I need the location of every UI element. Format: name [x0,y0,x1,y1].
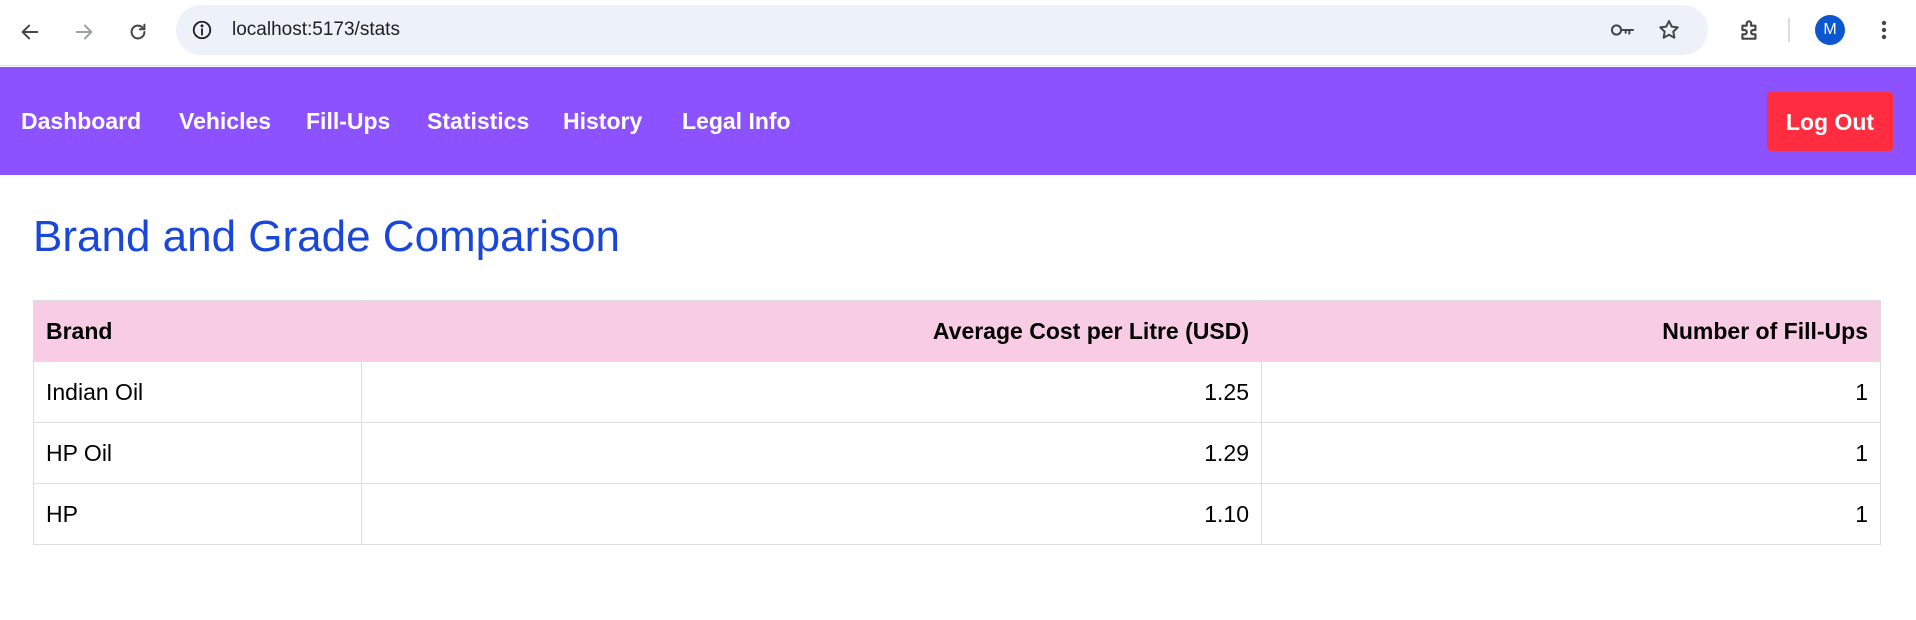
nav-link-legal-info[interactable]: Legal Info [682,67,791,175]
cell-brand: HP [33,483,362,545]
nav-link-statistics[interactable]: Statistics [427,67,529,175]
cell-avg-cost: 1.10 [361,483,1262,545]
cell-fill-up-count: 1 [1261,422,1881,484]
key-icon[interactable] [1608,18,1636,42]
cell-fill-up-count: 1 [1261,361,1881,423]
cell-brand: Indian Oil [33,361,362,423]
star-icon[interactable] [1656,17,1682,43]
brand-comparison-table: Brand Average Cost per Litre (USD) Numbe… [33,300,1881,545]
nav-link-dashboard[interactable]: Dashboard [21,67,141,175]
nav-link-vehicles[interactable]: Vehicles [179,67,271,175]
cell-brand: HP Oil [33,422,362,484]
cell-avg-cost: 1.29 [361,422,1262,484]
back-icon[interactable] [12,14,48,50]
table-row: Indian Oil 1.25 1 [33,361,1881,423]
profile-avatar[interactable]: M [1815,15,1845,45]
column-header-fill-up-count: Number of Fill-Ups [1261,300,1881,362]
address-bar-url[interactable]: localhost:5173/stats [232,5,400,55]
address-bar[interactable]: localhost:5173/stats [176,5,1708,55]
browser-toolbar: localhost:5173/stats M [0,0,1916,66]
table-row: HP 1.10 1 [33,483,1881,545]
cell-avg-cost: 1.25 [361,361,1262,423]
logout-button[interactable]: Log Out [1767,92,1893,151]
table-row: HP Oil 1.29 1 [33,422,1881,484]
cell-fill-up-count: 1 [1261,483,1881,545]
app-navbar: Dashboard Vehicles Fill-Ups Statistics H… [0,67,1916,175]
toolbar-divider [1788,18,1790,42]
extensions-icon[interactable] [1736,16,1764,44]
more-menu-icon[interactable] [1870,14,1898,46]
column-header-brand: Brand [33,300,362,362]
nav-link-fill-ups[interactable]: Fill-Ups [306,67,390,175]
forward-icon[interactable] [66,14,102,50]
column-header-avg-cost: Average Cost per Litre (USD) [361,300,1262,362]
page-title: Brand and Grade Comparison [33,212,620,261]
info-icon[interactable] [190,18,214,42]
reload-icon[interactable] [120,14,156,50]
table-header-row: Brand Average Cost per Litre (USD) Numbe… [33,300,1881,362]
nav-link-history[interactable]: History [563,67,642,175]
